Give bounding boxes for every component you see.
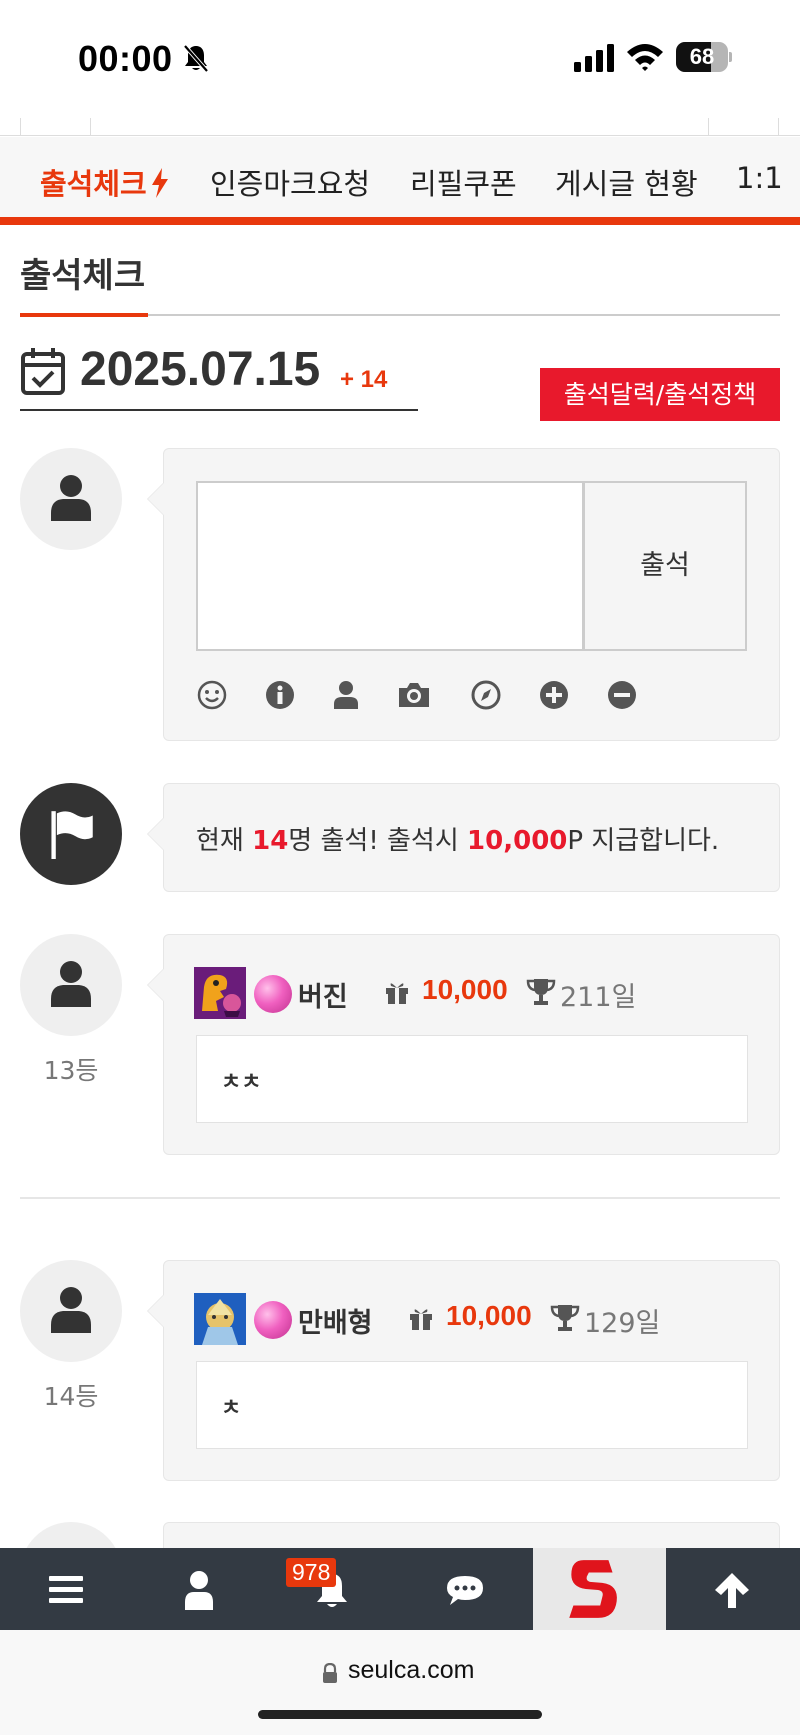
trophy-icon: [526, 979, 556, 1005]
battery-level: 68: [689, 44, 715, 69]
attendance-submit-button[interactable]: 출석: [583, 481, 747, 651]
divider: [20, 1197, 780, 1199]
battery-indicator: 68: [676, 42, 732, 72]
site-logo-icon: [569, 1560, 617, 1618]
trophy-icon: [550, 1305, 580, 1331]
rank-label: 13등: [43, 1056, 99, 1085]
home-logo-button[interactable]: [533, 1548, 666, 1630]
avatar: [20, 448, 122, 550]
plus-circle-icon[interactable]: [538, 679, 570, 711]
attendance-days: 129일: [584, 1308, 661, 1339]
attendance-entry: 버진 10,000 211일 ㅊㅊ: [147, 934, 780, 1155]
rank-label: 14등: [43, 1382, 99, 1411]
attendance-policy-button[interactable]: 출석달력/출석정책: [540, 368, 780, 421]
menu-tabs: 출석체크 인증마크요청 리필쿠폰 게시글 현황 1:1: [0, 137, 800, 225]
attendance-date: 2025.07.15: [80, 343, 321, 396]
chat-bubble-icon: [447, 1576, 483, 1605]
lock-icon: [323, 1663, 337, 1683]
wifi-icon: [627, 44, 663, 71]
tab-attendance[interactable]: 출석체크: [40, 161, 169, 203]
avatar: [20, 1260, 122, 1362]
calendar-check-icon: [21, 348, 65, 395]
points-value: 10,000: [446, 1300, 532, 1331]
tab-post-status[interactable]: 게시글 현황: [555, 161, 698, 203]
notice-avatar: [20, 783, 122, 885]
smile-icon[interactable]: [196, 679, 228, 711]
username[interactable]: 만배형: [298, 1301, 373, 1340]
hamburger-icon: [49, 1576, 83, 1603]
arrow-up-icon: [715, 1573, 749, 1608]
user-icon: [51, 961, 91, 1007]
attendance-count: + 14: [340, 366, 388, 393]
comment-input[interactable]: [196, 481, 584, 651]
notice-count: 14: [252, 826, 289, 856]
title-accent: [20, 313, 148, 317]
chat-button[interactable]: [399, 1548, 532, 1630]
level-orb-icon: [254, 975, 292, 1013]
minus-circle-icon[interactable]: [606, 679, 638, 711]
user-icon: [51, 475, 91, 521]
browser-url-bar[interactable]: seulca.com: [0, 1630, 800, 1735]
tab-refill-coupon[interactable]: 리필쿠폰: [410, 161, 517, 203]
url-text: seulca.com: [348, 1656, 475, 1684]
level-orb-icon: [254, 1301, 292, 1339]
bell-off-icon: [183, 44, 209, 73]
compass-icon[interactable]: [470, 679, 502, 711]
user-icon: [51, 1287, 91, 1333]
tab-label: 출석체크: [40, 167, 147, 201]
camera-icon[interactable]: [396, 679, 432, 711]
scroll-top-button[interactable]: [666, 1548, 799, 1630]
attendance-message: ㅊ: [196, 1361, 748, 1449]
dragon-badge-icon: [194, 967, 246, 1019]
notice-text: 현재 14명 출석! 출석시 10,000P 지급합니다.: [196, 826, 720, 856]
username[interactable]: 버진: [298, 975, 348, 1014]
bottom-nav: [0, 1548, 800, 1630]
user-icon: [185, 1571, 213, 1610]
comment-form: 출석: [147, 448, 780, 741]
page-title: 출석체크: [20, 256, 146, 296]
points-value: 10,000: [422, 974, 508, 1005]
avatar: [20, 934, 122, 1036]
notice-points: 10,000: [467, 826, 568, 856]
user-icon[interactable]: [330, 679, 362, 711]
menu-button[interactable]: [0, 1548, 133, 1630]
gift-icon: [386, 983, 408, 1004]
bolt-icon: [151, 168, 168, 198]
knight-badge-icon: [194, 1293, 246, 1345]
attendance-notice: 현재 14명 출석! 출석시 10,000P 지급합니다.: [147, 783, 780, 892]
tab-badge-request[interactable]: 인증마크요청: [210, 161, 370, 203]
status-bar: 00:00 68: [0, 0, 800, 118]
signal-icon: [574, 44, 614, 72]
tab-one-on-one[interactable]: 1:1: [736, 161, 783, 195]
gift-icon: [410, 1309, 432, 1330]
top-strip: [0, 118, 800, 136]
date-underline: [20, 409, 418, 411]
profile-button[interactable]: [133, 1548, 266, 1630]
attendance-entry: 만배형 10,000 129일 ㅊ: [147, 1260, 780, 1481]
info-icon[interactable]: [264, 679, 296, 711]
status-time: 00:00: [78, 38, 173, 79]
attendance-message: ㅊㅊ: [196, 1035, 748, 1123]
flag-icon: [51, 811, 93, 859]
home-indicator: [258, 1710, 542, 1719]
notification-badge: 978: [286, 1558, 337, 1587]
attendance-days: 211일: [560, 982, 637, 1013]
